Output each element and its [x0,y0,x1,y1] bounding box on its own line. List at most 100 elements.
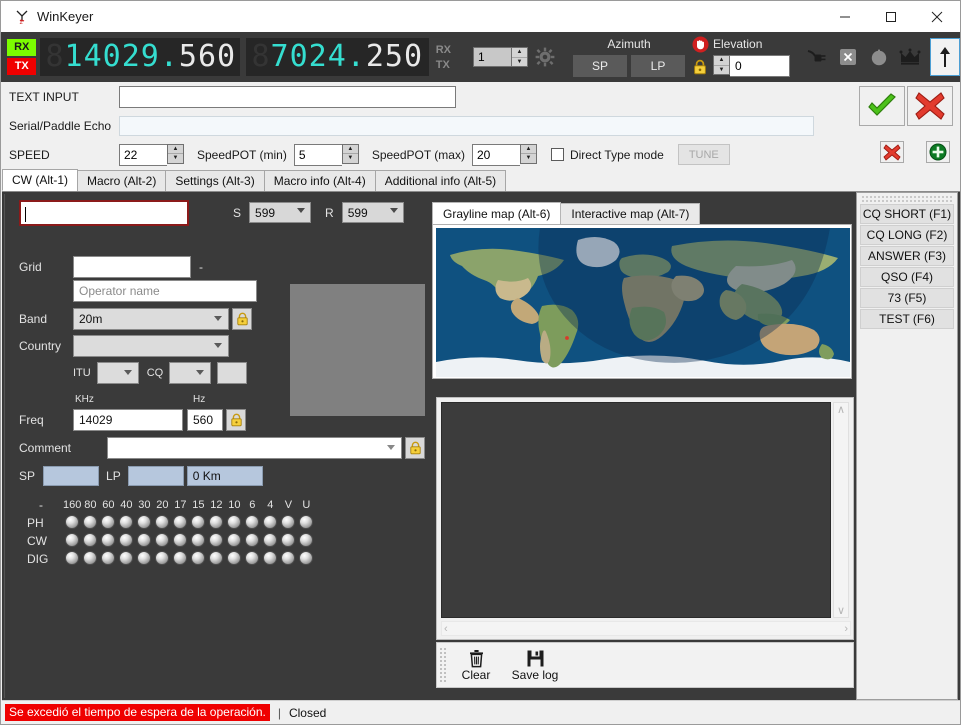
gear-icon[interactable] [535,47,555,67]
grayline-world-map[interactable] [436,228,850,377]
log-vertical-scrollbar[interactable]: ∧ ∨ [833,402,849,618]
led-ph-17[interactable] [171,514,189,532]
led-cw-15[interactable] [189,532,207,550]
save-log-button[interactable]: Save log [505,644,565,686]
elevation-spin-down-icon[interactable]: ▼ [714,66,729,75]
callsign-input[interactable] [19,200,189,226]
led-dig-17[interactable] [171,550,189,568]
led-cw-6[interactable] [243,532,261,550]
led-cw-40[interactable] [117,532,135,550]
itu-select[interactable] [96,362,139,384]
direct-type-checkbox[interactable] [550,148,564,161]
speedpot-max-spin-down-icon[interactable]: ▼ [521,154,536,163]
led-dig-160[interactable] [63,550,81,568]
led-cw-u[interactable] [297,532,315,550]
tab-cw[interactable]: CW (Alt-1) [2,169,78,191]
rotor-knob-icon[interactable] [868,45,890,69]
macro-button-test[interactable]: TEST (F6) [860,309,954,329]
report-sent-select[interactable]: 599 [249,202,312,223]
led-dig-30[interactable] [135,550,153,568]
macro-button-answer[interactable]: ANSWER (F3) [860,246,954,266]
led-cw-17[interactable] [171,532,189,550]
band-lock-button[interactable] [232,308,252,330]
speedpot-max-spin-arrows[interactable]: ▲ ▼ [519,143,537,164]
elevation-value[interactable]: 0 [730,55,790,77]
speed-spin-arrows[interactable]: ▲ ▼ [167,143,184,164]
radio-number-spin-arrows[interactable]: ▲ ▼ [511,47,528,67]
cq-select[interactable] [169,362,212,384]
led-dig-20[interactable] [153,550,171,568]
freq-lock-button[interactable] [226,409,246,431]
led-dig-15[interactable] [189,550,207,568]
led-dig-80[interactable] [81,550,99,568]
speed-value[interactable]: 22 [119,143,167,166]
speedpot-min-stepper[interactable]: 5 ▲ ▼ [293,143,359,166]
text-input-field[interactable] [119,85,456,108]
speedpot-min-value[interactable]: 5 [293,143,342,166]
country-select[interactable] [73,335,229,357]
band-select[interactable]: 20m [73,308,229,330]
led-ph-160[interactable] [63,514,81,532]
led-cw-30[interactable] [135,532,153,550]
macro-button-73[interactable]: 73 (F5) [860,288,954,308]
speed-stepper[interactable]: 22 ▲ ▼ [119,143,184,166]
led-cw-20[interactable] [153,532,171,550]
led-ph-40[interactable] [117,514,135,532]
led-dig-v[interactable] [279,550,297,568]
speedpot-max-value[interactable]: 20 [471,143,520,166]
led-ph-80[interactable] [81,514,99,532]
radio-number-value[interactable]: 1 [473,47,511,67]
tab-additional-info[interactable]: Additional info (Alt-5) [374,170,507,191]
led-ph-4[interactable] [261,514,279,532]
macro-panel-grip[interactable] [861,195,953,203]
led-cw-160[interactable] [63,532,81,550]
led-cw-60[interactable] [99,532,117,550]
elevation-spin-up-icon[interactable]: ▲ [714,56,729,66]
maximize-button[interactable] [868,2,914,32]
radio-number-stepper[interactable]: 1 ▲ ▼ [473,47,528,67]
plug-connect-icon[interactable] [806,45,828,69]
led-dig-10[interactable] [225,550,243,568]
disconnect-x-icon[interactable] [837,45,859,69]
speedpot-min-spin-up-icon[interactable]: ▲ [342,145,358,154]
led-ph-v[interactable] [279,514,297,532]
led-cw-v[interactable] [279,532,297,550]
led-dig-12[interactable] [207,550,225,568]
led-ph-15[interactable] [189,514,207,532]
freq-khz-input[interactable]: 14029 [73,409,183,431]
spin-up-icon[interactable]: ▲ [512,48,527,58]
close-button[interactable] [914,2,960,32]
minimize-button[interactable] [822,2,868,32]
led-ph-u[interactable] [297,514,315,532]
scroll-left-icon[interactable]: ‹ [444,623,448,635]
accept-button[interactable] [859,86,905,126]
tune-button[interactable]: TUNE [677,144,730,165]
macro-button-cq-short[interactable]: CQ SHORT (F1) [860,204,954,224]
toolbar-grip[interactable] [439,647,447,683]
comment-combo[interactable] [107,437,402,459]
vfo-b-display[interactable]: 8 7024 . 250 [246,38,429,76]
tab-grayline-map[interactable]: Grayline map (Alt-6) [432,202,562,224]
led-ph-30[interactable] [135,514,153,532]
speedpot-min-spin-arrows[interactable]: ▲ ▼ [341,143,359,164]
led-dig-u[interactable] [297,550,315,568]
report-received-select[interactable]: 599 [341,202,404,223]
led-dig-60[interactable] [99,550,117,568]
crown-icon[interactable] [899,45,921,69]
led-dig-40[interactable] [117,550,135,568]
log-horizontal-scrollbar[interactable]: ‹ › [441,621,851,636]
led-ph-6[interactable] [243,514,261,532]
tab-macro-info[interactable]: Macro info (Alt-4) [263,170,376,191]
azimuth-lp-button[interactable]: LP [631,55,685,77]
operator-input[interactable]: Operator name [73,280,257,302]
led-cw-4[interactable] [261,532,279,550]
zone-extra-field[interactable] [217,362,248,384]
scroll-right-icon[interactable]: › [844,623,848,635]
grid-input[interactable] [73,256,191,278]
clear-log-button[interactable]: Clear [453,644,499,686]
freq-hz-input[interactable]: 560 [187,409,223,431]
led-cw-12[interactable] [207,532,225,550]
led-cw-10[interactable] [225,532,243,550]
led-ph-60[interactable] [99,514,117,532]
scroll-down-icon[interactable]: ∨ [837,604,845,617]
